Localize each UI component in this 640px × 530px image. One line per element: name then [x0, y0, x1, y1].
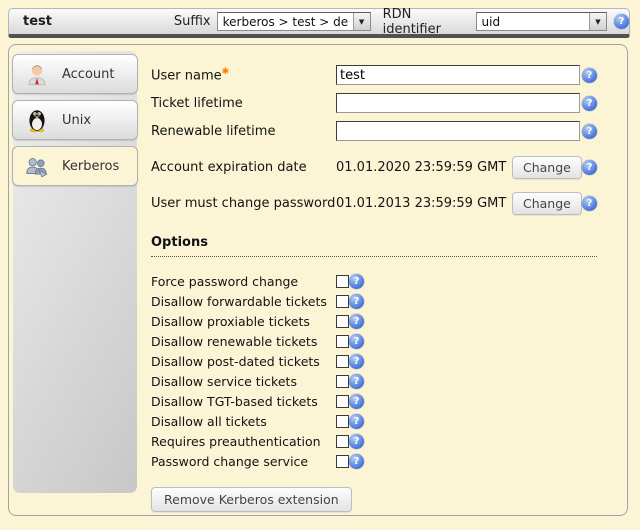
- rdn-identifier-label: RDN identifier: [383, 7, 470, 37]
- renewable-lifetime-input[interactable]: [336, 121, 580, 141]
- disallow-tgt-based-checkbox[interactable]: [336, 395, 349, 408]
- option-row-disallow-renewable: Disallow renewable tickets ?: [151, 331, 597, 351]
- option-row-requires-preauthentication: Requires preauthentication ?: [151, 431, 597, 451]
- rdn-selected-value: uid: [477, 13, 590, 30]
- help-icon[interactable]: ?: [349, 334, 364, 349]
- help-icon[interactable]: ?: [582, 196, 597, 211]
- form-row-user-name: User name✱ ?: [151, 61, 597, 89]
- option-row-disallow-tgt-based: Disallow TGT-based tickets ?: [151, 391, 597, 411]
- tab-account[interactable]: Account: [12, 54, 138, 94]
- option-row-disallow-forwardable: Disallow forwardable tickets ?: [151, 291, 597, 311]
- disallow-all-tickets-checkbox[interactable]: [336, 415, 349, 428]
- page: test Suffix kerberos > test > de ▼ RDN i…: [0, 0, 640, 530]
- user-icon: [24, 61, 50, 87]
- user-name-label: User name✱: [151, 67, 336, 83]
- tab-unix[interactable]: Unix: [12, 100, 138, 140]
- required-icon: ✱: [222, 67, 230, 77]
- suffix-selected-value: kerberos > test > de: [218, 13, 353, 30]
- form-row-ticket-lifetime: Ticket lifetime ?: [151, 89, 597, 117]
- user-name-input[interactable]: [336, 65, 580, 85]
- help-icon[interactable]: ?: [349, 394, 364, 409]
- options-heading: Options: [151, 235, 597, 257]
- help-icon[interactable]: ?: [582, 68, 597, 83]
- help-icon[interactable]: ?: [349, 434, 364, 449]
- ticket-lifetime-input[interactable]: [336, 93, 580, 113]
- header-bar: test Suffix kerberos > test > de ▼ RDN i…: [8, 8, 630, 38]
- suffix-select[interactable]: kerberos > test > de ▼: [217, 12, 371, 31]
- option-row-disallow-all-tickets: Disallow all tickets ?: [151, 411, 597, 431]
- option-row-disallow-proxiable: Disallow proxiable tickets ?: [151, 311, 597, 331]
- suffix-label: Suffix: [174, 14, 211, 29]
- help-icon[interactable]: ?: [582, 160, 597, 175]
- disallow-proxiable-checkbox[interactable]: [336, 315, 349, 328]
- disallow-renewable-checkbox[interactable]: [336, 335, 349, 348]
- option-row-force-password-change: Force password change ?: [151, 271, 597, 291]
- disallow-service-checkbox[interactable]: [336, 375, 349, 388]
- change-expiration-button[interactable]: Change: [512, 156, 582, 179]
- help-icon[interactable]: ?: [614, 14, 629, 29]
- rdn-identifier-select[interactable]: uid ▼: [476, 12, 608, 31]
- form-row-password-change-date: User must change password 01.01.2013 23:…: [151, 189, 597, 217]
- kerberos-form: User name✱ ? Ticket lifetime ? Renewable…: [151, 61, 597, 512]
- account-expiration-label: Account expiration date: [151, 160, 336, 175]
- account-expiration-value: 01.01.2020 23:59:59 GMT: [336, 160, 508, 175]
- change-password-date-button[interactable]: Change: [512, 192, 582, 215]
- form-row-renewable-lifetime: Renewable lifetime ?: [151, 117, 597, 145]
- chevron-down-icon[interactable]: ▼: [353, 13, 370, 30]
- help-icon[interactable]: ?: [349, 274, 364, 289]
- help-icon[interactable]: ?: [349, 374, 364, 389]
- ticket-lifetime-label: Ticket lifetime: [151, 96, 336, 111]
- option-row-disallow-service: Disallow service tickets ?: [151, 371, 597, 391]
- penguin-icon: [24, 107, 50, 133]
- tab-unix-label: Unix: [62, 113, 91, 128]
- option-row-disallow-postdated: Disallow post-dated tickets ?: [151, 351, 597, 371]
- help-icon[interactable]: ?: [582, 124, 597, 139]
- form-row-account-expiration: Account expiration date 01.01.2020 23:59…: [151, 153, 597, 181]
- help-icon[interactable]: ?: [582, 96, 597, 111]
- password-change-service-checkbox[interactable]: [336, 455, 349, 468]
- chevron-down-icon[interactable]: ▼: [589, 13, 606, 30]
- options-list: Force password change ? Disallow forward…: [151, 271, 597, 471]
- tab-kerberos-label: Kerberos: [62, 159, 119, 174]
- disallow-forwardable-checkbox[interactable]: [336, 295, 349, 308]
- option-row-password-change-service: Password change service ?: [151, 451, 597, 471]
- group-icon: [24, 153, 50, 179]
- tab-account-label: Account: [62, 67, 115, 82]
- renewable-lifetime-label: Renewable lifetime: [151, 124, 336, 139]
- force-password-change-checkbox[interactable]: [336, 275, 349, 288]
- tab-kerberos[interactable]: Kerberos: [12, 146, 138, 186]
- help-icon[interactable]: ?: [349, 314, 364, 329]
- help-icon[interactable]: ?: [349, 354, 364, 369]
- page-title: test: [23, 14, 166, 29]
- help-icon[interactable]: ?: [349, 414, 364, 429]
- password-change-date-value: 01.01.2013 23:59:59 GMT: [336, 196, 508, 211]
- requires-preauthentication-checkbox[interactable]: [336, 435, 349, 448]
- content-panel: Account Unix: [8, 44, 628, 516]
- help-icon[interactable]: ?: [349, 454, 364, 469]
- disallow-postdated-checkbox[interactable]: [336, 355, 349, 368]
- password-change-date-label: User must change password: [151, 196, 336, 211]
- help-icon[interactable]: ?: [349, 294, 364, 309]
- remove-kerberos-extension-button[interactable]: Remove Kerberos extension: [151, 487, 352, 512]
